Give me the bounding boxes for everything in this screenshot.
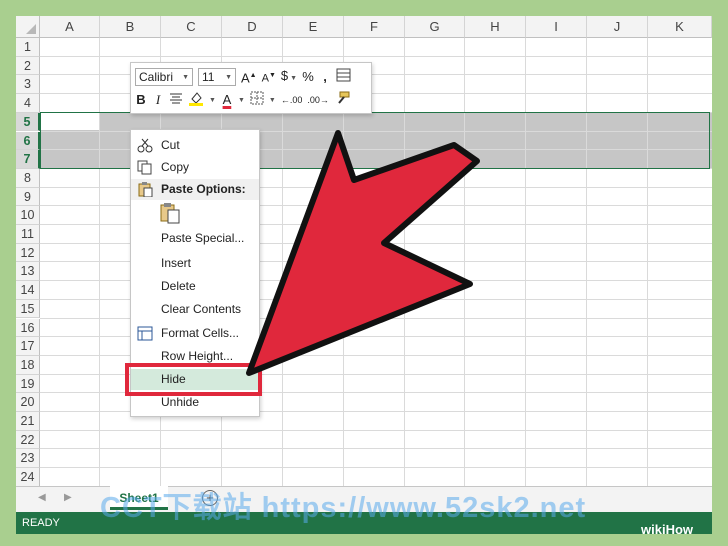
next-sheet-icon[interactable]: ▶ <box>64 492 72 503</box>
prev-sheet-icon[interactable]: ◀ <box>38 492 46 503</box>
excel-window: ABCDEFGHIJK 1 2 3 4 5 6 7 8 9 10 11 12 13 14 15 16 17 18 1… <box>16 16 712 534</box>
arrow-icon <box>246 130 480 376</box>
watermark-text: CCT下载站 https://www.52sk2.net <box>100 492 587 524</box>
wikihow-logo: wikiHow <box>641 522 694 537</box>
status-ready: READY <box>22 517 60 529</box>
